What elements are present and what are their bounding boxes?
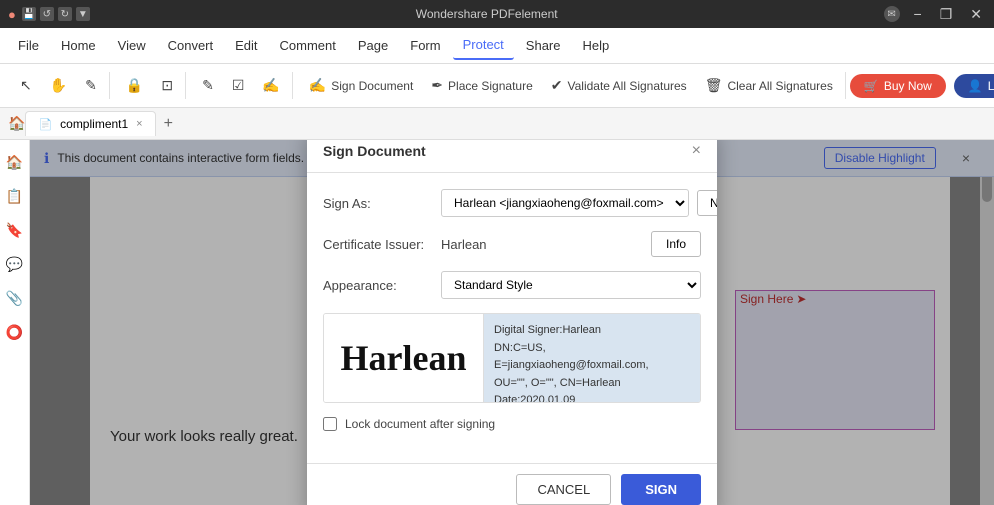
login-button[interactable]: 👤 Log In xyxy=(954,74,994,98)
sidebar-pages-icon[interactable]: 📋 xyxy=(1,182,29,210)
info-button[interactable]: Info xyxy=(651,231,701,257)
password-tool[interactable]: 🔒 xyxy=(118,72,151,99)
sidebar-search-icon[interactable]: ⭕ xyxy=(1,318,29,346)
place-signature-button[interactable]: ✒ Place Signature xyxy=(423,72,540,99)
close-tab-button[interactable]: × xyxy=(136,118,142,130)
dialog-header: Sign Document × xyxy=(307,140,717,173)
title-bar: ● 💾 ↺ ↻ ▼ Wondershare PDFelement ✉ − ❐ ✕ xyxy=(0,0,994,28)
verify-tool[interactable]: ☑ xyxy=(224,72,253,99)
buy-icon: 🛒 xyxy=(864,79,879,93)
redact-tool[interactable]: ⊡ xyxy=(153,72,181,99)
dialog-body: Sign As: Harlean <jiangxiaoheng@foxmail.… xyxy=(307,173,717,463)
menu-view[interactable]: View xyxy=(108,32,156,59)
app-title: Wondershare PDFelement xyxy=(90,7,884,21)
place-signature-icon: ✒ xyxy=(431,77,443,94)
edit-tool[interactable]: ✎ xyxy=(77,72,105,99)
sig-details: Digital Signer:Harlean DN:C=US, E=jiangx… xyxy=(484,314,700,402)
menu-protect[interactable]: Protect xyxy=(453,31,514,60)
home-icon: 🏠 xyxy=(8,115,25,132)
home-tab[interactable]: 🏠 xyxy=(8,115,25,132)
save-icon[interactable]: 💾 xyxy=(22,7,36,21)
pdf-icon: 📄 xyxy=(38,118,52,131)
menu-home[interactable]: Home xyxy=(51,32,106,59)
document-tab[interactable]: 📄 compliment1 × xyxy=(25,111,155,136)
cert-issuer-row: Certificate Issuer: Harlean Info xyxy=(323,231,701,257)
tab-bar: 🏠 📄 compliment1 × + xyxy=(0,108,994,140)
dialog-footer: CANCEL SIGN xyxy=(307,463,717,505)
dialog-overlay: Sign Document × Sign As: Harlean <jiangx… xyxy=(30,140,994,505)
dialog-title: Sign Document xyxy=(323,143,426,159)
cancel-button[interactable]: CANCEL xyxy=(516,474,611,505)
sig-name-area: Harlean xyxy=(324,314,484,402)
menu-file[interactable]: File xyxy=(8,32,49,59)
close-button[interactable]: ✕ xyxy=(966,6,986,23)
menu-comment[interactable]: Comment xyxy=(270,32,346,59)
menu-bar: File Home View Convert Edit Comment Page… xyxy=(0,28,994,64)
sign-as-label: Sign As: xyxy=(323,196,433,211)
undo-icon[interactable]: ↺ xyxy=(40,7,54,21)
title-bar-left: ● 💾 ↺ ↻ ▼ xyxy=(8,7,90,22)
lock-checkbox[interactable] xyxy=(323,417,337,431)
sidebar-left: 🏠 📋 🔖 💬 📎 ⭕ xyxy=(0,140,30,505)
sidebar-comment-icon[interactable]: 💬 xyxy=(1,250,29,278)
cert-issuer-value: Harlean xyxy=(441,237,643,252)
validate-all-button[interactable]: ✔ Validate All Signatures xyxy=(543,72,695,99)
sig-name-text: Harlean xyxy=(341,337,467,379)
buy-now-button[interactable]: 🛒 Buy Now xyxy=(850,74,946,98)
menu-help[interactable]: Help xyxy=(573,32,620,59)
toolbar-tools: ↖ ✋ ✎ xyxy=(8,72,110,99)
sign-comment-tool[interactable]: ✎ xyxy=(194,72,222,99)
clear-all-button[interactable]: 🗑 Clear All Signatures xyxy=(697,72,841,99)
sign-as-row: Sign As: Harlean <jiangxiaoheng@foxmail.… xyxy=(323,189,701,217)
cert-issuer-label: Certificate Issuer: xyxy=(323,237,433,252)
sidebar-bookmark-icon[interactable]: 🔖 xyxy=(1,216,29,244)
validate-icon: ✔ xyxy=(551,77,563,94)
menu-page[interactable]: Page xyxy=(348,32,398,59)
signature-preview: Harlean Digital Signer:Harlean DN:C=US, … xyxy=(323,313,701,403)
toolbar-signature-actions: ✍ Sign Document ✒ Place Signature ✔ Vali… xyxy=(297,72,846,99)
menu-share[interactable]: Share xyxy=(516,32,571,59)
toolbar-right: 🛒 Buy Now 👤 Log In xyxy=(850,74,994,98)
redo-icon[interactable]: ↻ xyxy=(58,7,72,21)
select-tool[interactable]: ↖ xyxy=(12,72,40,99)
quick-access-icon[interactable]: ▼ xyxy=(76,7,90,21)
lock-row: Lock document after signing xyxy=(323,417,701,431)
sign-button[interactable]: SIGN xyxy=(621,474,701,505)
sign-document-tool[interactable]: ✍ xyxy=(254,72,287,99)
toolbar-sign-tools: ✎ ☑ ✍ xyxy=(190,72,293,99)
user-icon: 👤 xyxy=(968,79,983,93)
sign-as-select[interactable]: Harlean <jiangxiaoheng@foxmail.com> xyxy=(441,189,689,217)
toolbar-security: 🔒 ⊡ xyxy=(114,72,186,99)
sign-document-dialog: Sign Document × Sign As: Harlean <jiangx… xyxy=(307,140,717,505)
hand-tool[interactable]: ✋ xyxy=(42,72,75,99)
menu-edit[interactable]: Edit xyxy=(225,32,267,59)
sign-document-button[interactable]: ✍ Sign Document xyxy=(301,72,421,99)
new-id-button[interactable]: New ID xyxy=(697,190,717,216)
appearance-select[interactable]: Standard Style xyxy=(441,271,701,299)
mail-icon[interactable]: ✉ xyxy=(884,6,900,22)
appearance-label: Appearance: xyxy=(323,278,433,293)
lock-label: Lock document after signing xyxy=(345,417,495,431)
sidebar-attachment-icon[interactable]: 📎 xyxy=(1,284,29,312)
window-controls: ✉ − ❐ ✕ xyxy=(884,6,986,23)
sign-document-icon: ✍ xyxy=(309,77,326,94)
sidebar-home-icon[interactable]: 🏠 xyxy=(1,148,29,176)
window-icons: 💾 ↺ ↻ ▼ xyxy=(22,7,90,21)
appearance-row: Appearance: Standard Style xyxy=(323,271,701,299)
menu-convert[interactable]: Convert xyxy=(158,32,224,59)
dialog-close-button[interactable]: × xyxy=(692,142,701,160)
new-tab-button[interactable]: + xyxy=(156,110,181,138)
minimize-button[interactable]: − xyxy=(910,6,926,22)
main-area: ℹ This document contains interactive for… xyxy=(30,140,994,505)
menu-form[interactable]: Form xyxy=(400,32,450,59)
restore-button[interactable]: ❐ xyxy=(936,6,957,23)
toolbar: ↖ ✋ ✎ 🔒 ⊡ ✎ ☑ ✍ ✍ Sign Document ✒ Place … xyxy=(0,64,994,108)
clear-icon: 🗑 xyxy=(705,77,723,94)
